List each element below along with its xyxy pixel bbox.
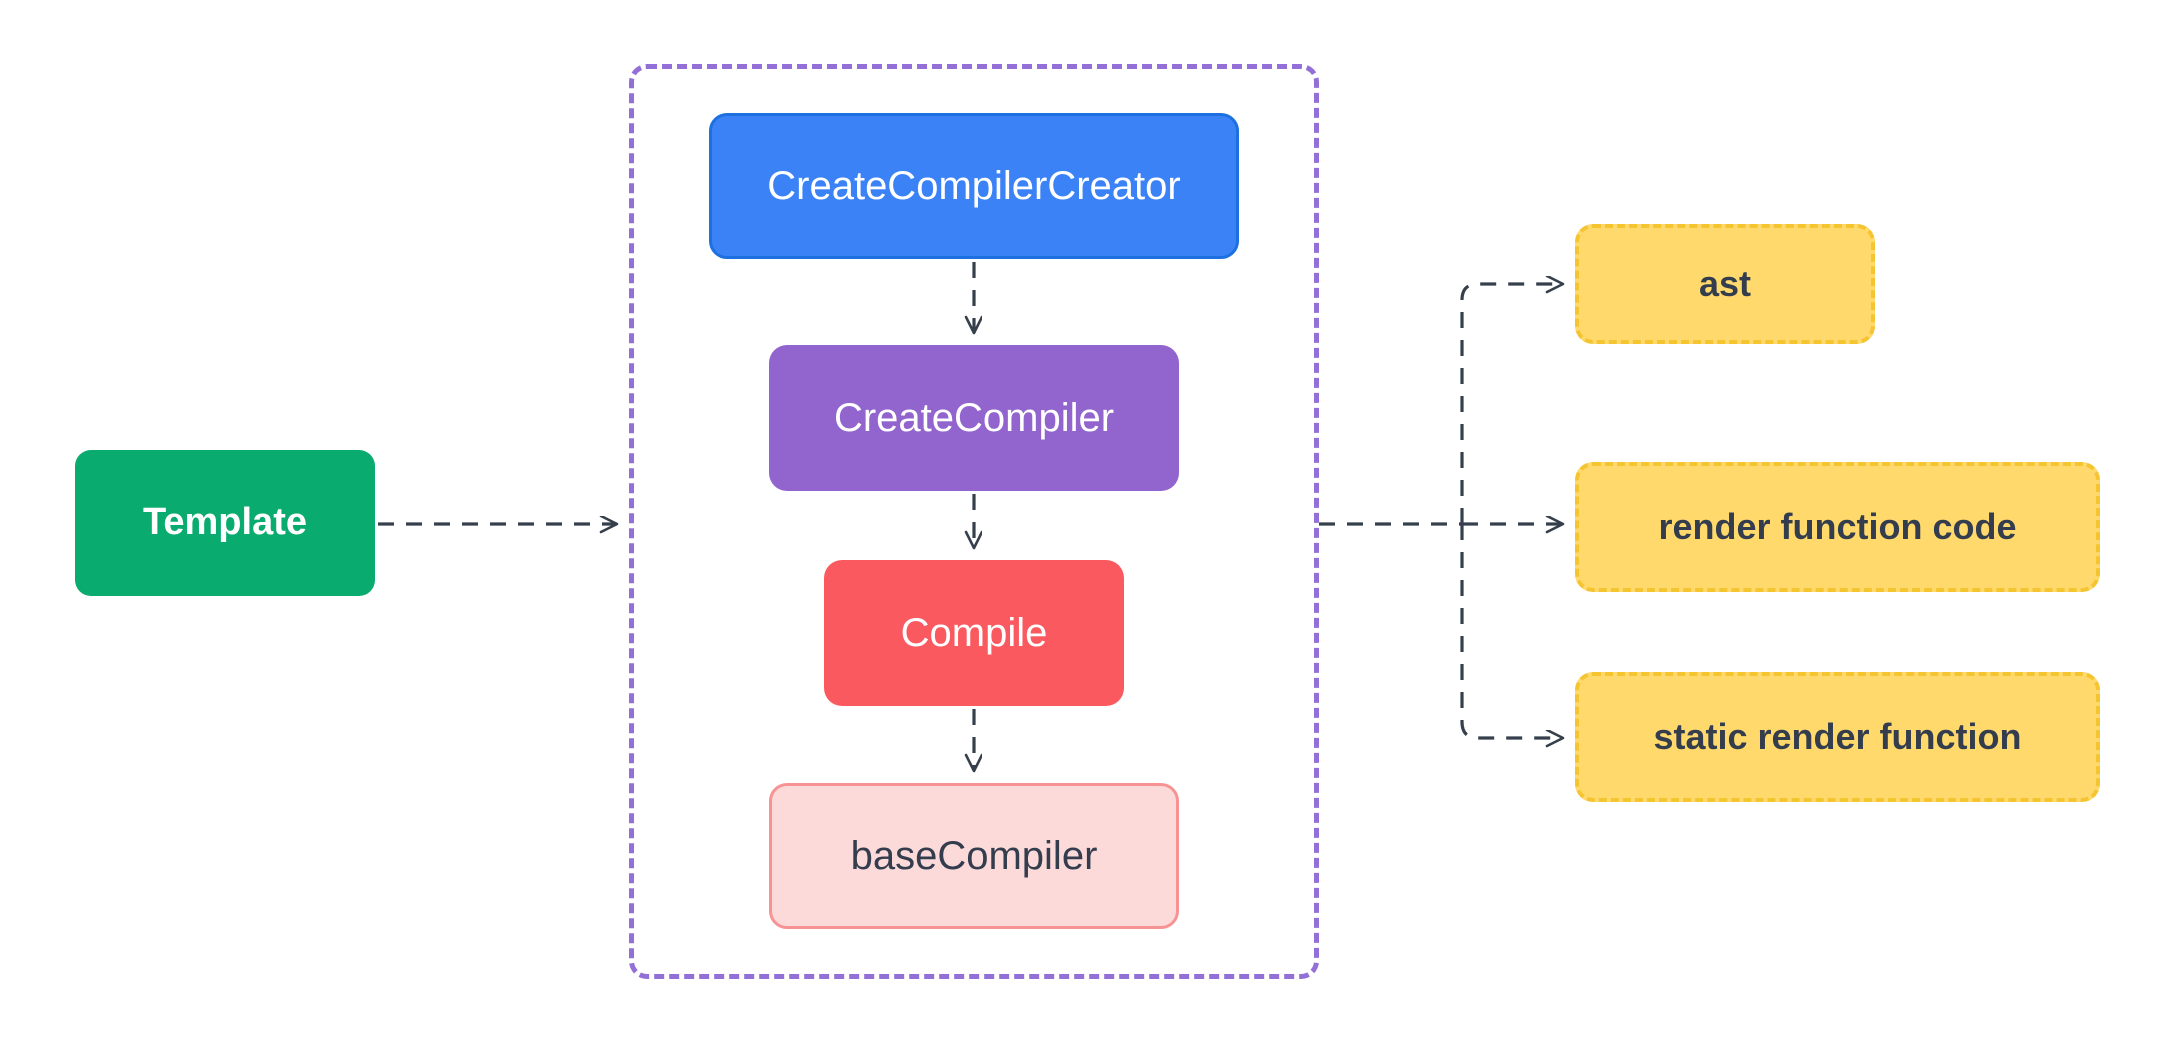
node-create-compiler[interactable]: CreateCompiler [769,345,1179,491]
node-output-static-render-function[interactable]: static render function [1575,672,2100,802]
node-output-ast[interactable]: ast [1575,224,1875,344]
node-output-render-function-code[interactable]: render function code [1575,462,2100,592]
node-base-compiler[interactable]: baseCompiler [769,783,1179,929]
edge-pipeline-to-ast [1460,284,1563,524]
node-compile[interactable]: Compile [824,560,1124,706]
edge-pipeline-to-static-render-function [1460,524,1563,738]
diagram-canvas: Template CreateCompilerCreator CreateCom… [0,0,2175,1050]
node-template[interactable]: Template [75,450,375,596]
node-create-compiler-creator[interactable]: CreateCompilerCreator [709,113,1239,259]
